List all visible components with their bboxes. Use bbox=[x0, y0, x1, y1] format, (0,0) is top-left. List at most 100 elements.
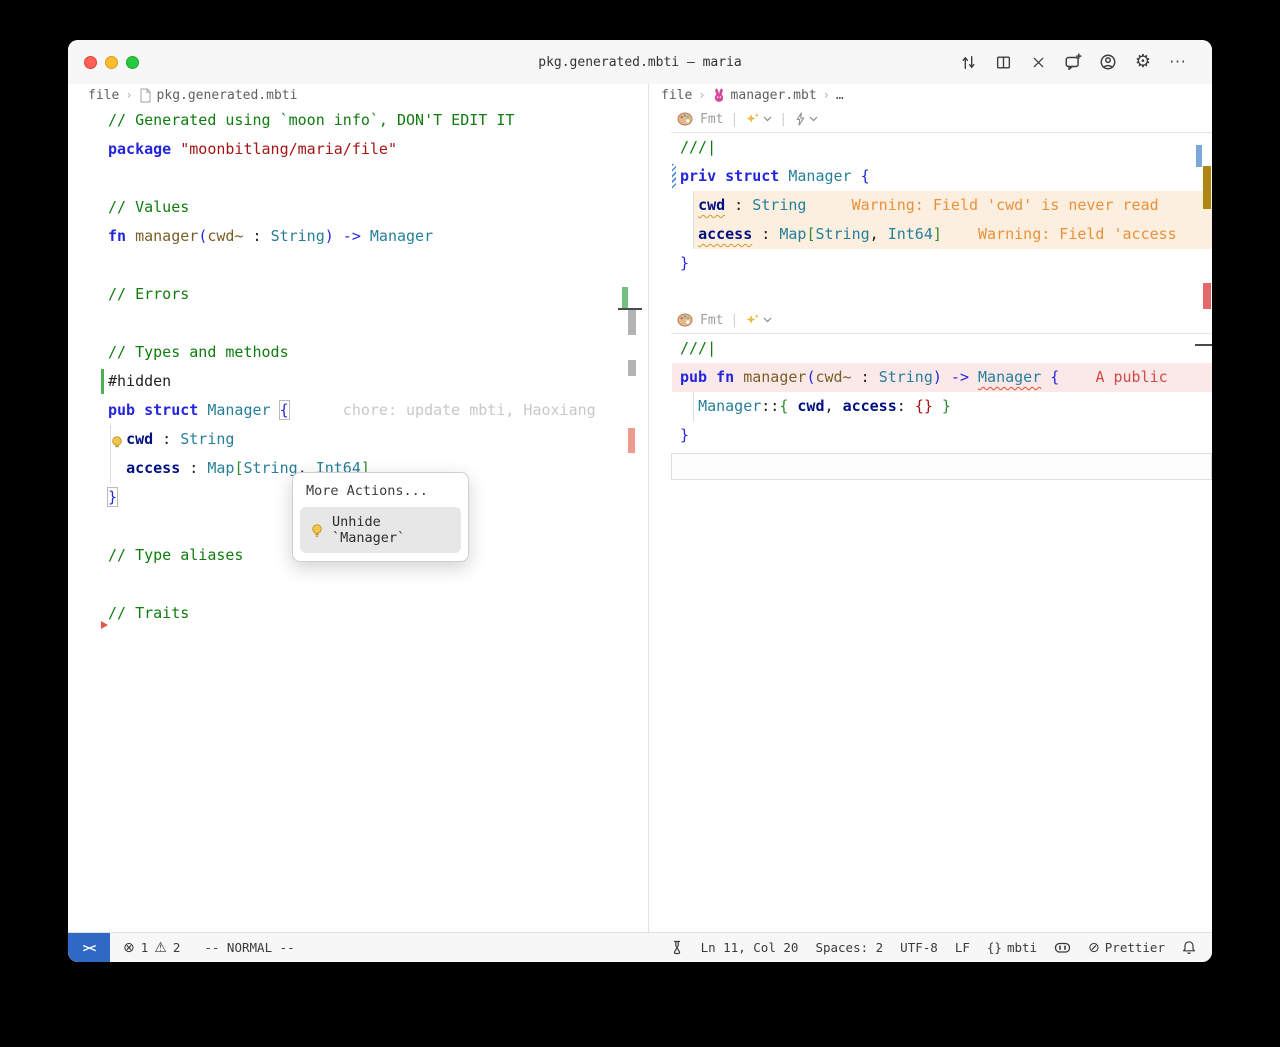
copilot[interactable] bbox=[1054, 940, 1071, 955]
code-token: String bbox=[879, 368, 933, 386]
status-bar: >< ⊗ 1 ⚠ 2 -- NORMAL -- Ln 11, Col 20 Spa… bbox=[68, 932, 1212, 962]
code-line[interactable]: package "moonbitlang/maria/file" bbox=[68, 135, 648, 164]
code-line[interactable]: access : Map[String, Int64] Warning: Fie… bbox=[672, 220, 1212, 249]
prettier[interactable]: ⊘Prettier bbox=[1088, 940, 1165, 955]
eol[interactable]: LF bbox=[955, 940, 970, 955]
zoom-window-button[interactable] bbox=[126, 56, 139, 69]
code-line[interactable] bbox=[68, 309, 648, 338]
warning-count: 2 bbox=[173, 940, 181, 955]
code-token: } bbox=[680, 426, 689, 444]
code-token: A public bbox=[1095, 368, 1167, 386]
code-token: package bbox=[108, 140, 171, 158]
language-mode[interactable]: {}mbti bbox=[987, 940, 1037, 955]
code-token: pub struct bbox=[108, 401, 198, 419]
right-editor-code[interactable]: Fmt||///|priv struct Manager { cwd : Str… bbox=[649, 106, 1212, 480]
settings-gear-icon[interactable]: ⚙ bbox=[1133, 52, 1153, 72]
extension-icon[interactable] bbox=[670, 940, 684, 955]
minimize-window-button[interactable] bbox=[105, 56, 118, 69]
bolt-icon bbox=[794, 112, 806, 126]
encoding[interactable]: UTF-8 bbox=[900, 940, 938, 955]
code-token: #hidden bbox=[108, 372, 171, 390]
remote-indicator[interactable]: >< bbox=[68, 933, 110, 962]
code-line[interactable]: pub struct Manager { chore: update mbti,… bbox=[68, 396, 648, 425]
vscode-window: pkg.generated.mbti — maria ⚙··· file›pkg… bbox=[68, 40, 1212, 962]
overview-added-marker bbox=[622, 287, 628, 309]
code-token: Manager bbox=[207, 401, 270, 419]
codelens-fmt-button[interactable]: Fmt bbox=[700, 112, 723, 127]
code-line[interactable]: ///| bbox=[672, 133, 1212, 162]
prettier-disabled-icon: ⊘ bbox=[1088, 940, 1100, 955]
code-token: priv struct bbox=[680, 167, 779, 185]
file-icon bbox=[139, 88, 152, 103]
breadcrumb-item[interactable]: file bbox=[88, 88, 119, 103]
breadcrumb-item[interactable]: pkg.generated.mbti bbox=[139, 88, 298, 103]
code-line[interactable] bbox=[672, 278, 1212, 307]
breadcrumb-item[interactable]: file bbox=[661, 88, 692, 103]
code-line[interactable]: // Values bbox=[68, 193, 648, 222]
chat-sparkle-icon[interactable] bbox=[1063, 52, 1083, 72]
close-window-button[interactable] bbox=[84, 56, 97, 69]
code-line[interactable] bbox=[68, 164, 648, 193]
code-line[interactable]: cwd : String Warning: Field 'cwd' is nev… bbox=[672, 191, 1212, 220]
code-line[interactable]: // Traits bbox=[68, 599, 648, 628]
chevron-down-icon bbox=[809, 116, 818, 122]
breadcrumb[interactable]: file›manager.mbt›… bbox=[649, 84, 1212, 106]
code-token: String bbox=[271, 227, 325, 245]
braces-icon: {} bbox=[987, 940, 1002, 955]
code-line[interactable]: priv struct Manager { bbox=[672, 162, 1212, 191]
right-editor-pane[interactable]: file›manager.mbt›… Fmt||///|priv struct … bbox=[649, 84, 1212, 932]
code-line[interactable]: Manager::{ cwd, access: {} } bbox=[672, 392, 1212, 421]
breadcrumb-label: pkg.generated.mbti bbox=[157, 88, 298, 103]
breadcrumb[interactable]: file›pkg.generated.mbti bbox=[68, 84, 648, 106]
unhide-manager-action[interactable]: Unhide `Manager` bbox=[300, 507, 461, 553]
code-line[interactable]: fn manager(cwd~ : String) -> Manager bbox=[68, 222, 648, 251]
breadcrumb-label: … bbox=[836, 88, 844, 103]
vim-mode-indicator[interactable]: -- NORMAL -- bbox=[204, 940, 294, 955]
indentation[interactable]: Spaces: 2 bbox=[815, 940, 883, 955]
codelens-sparkle-button[interactable] bbox=[745, 313, 772, 327]
code-line[interactable]: } bbox=[672, 249, 1212, 278]
split-editor-icon[interactable] bbox=[993, 52, 1013, 72]
account-icon[interactable] bbox=[1098, 52, 1118, 72]
problems-indicator[interactable]: ⊗ 1 ⚠ 2 bbox=[123, 940, 180, 955]
breadcrumb-item[interactable]: … bbox=[836, 88, 844, 103]
warning-count-icon: ⚠ bbox=[154, 941, 167, 955]
code-token: access bbox=[126, 459, 180, 477]
breadcrumb-item[interactable]: manager.mbt bbox=[712, 88, 817, 103]
palette-icon bbox=[677, 112, 693, 126]
close-icon[interactable] bbox=[1028, 52, 1048, 72]
code-line[interactable]: ///| bbox=[672, 334, 1212, 363]
code-token: Map bbox=[207, 459, 234, 477]
left-editor-pane[interactable]: file›pkg.generated.mbti // Generated usi… bbox=[68, 84, 648, 932]
code-line[interactable]: pub fn manager(cwd~ : String) -> Manager… bbox=[672, 363, 1212, 392]
code-token: } bbox=[108, 488, 117, 506]
cursor-position[interactable]: Ln 11, Col 20 bbox=[701, 940, 799, 955]
git-compare-icon[interactable] bbox=[958, 52, 978, 72]
code-token: : bbox=[752, 225, 779, 243]
code-token: Manager bbox=[370, 227, 433, 245]
more-icon[interactable]: ··· bbox=[1168, 52, 1188, 72]
code-line[interactable]: #hidden bbox=[68, 367, 648, 396]
code-line[interactable]: cwd : String bbox=[68, 425, 648, 454]
code-line[interactable]: // Errors bbox=[68, 280, 648, 309]
code-token: : bbox=[243, 227, 270, 245]
code-line[interactable]: // Types and methods bbox=[68, 338, 648, 367]
code-token: , bbox=[870, 225, 888, 243]
code-line[interactable]: } bbox=[672, 421, 1212, 450]
code-token: cwd~ bbox=[815, 368, 851, 386]
lightbulb-icon bbox=[310, 523, 324, 538]
code-token bbox=[806, 196, 851, 214]
code-token: -> bbox=[942, 368, 978, 386]
code-line[interactable] bbox=[68, 251, 648, 280]
scrollbar-thumb[interactable] bbox=[628, 310, 636, 335]
code-line[interactable]: // Generated using `moon info`, DON'T ED… bbox=[68, 106, 648, 135]
code-token bbox=[198, 401, 207, 419]
code-line[interactable] bbox=[68, 570, 648, 599]
notifications[interactable] bbox=[1182, 940, 1196, 955]
cursor-position-label: Ln 11, Col 20 bbox=[701, 940, 799, 955]
bell-icon bbox=[1182, 940, 1196, 955]
codelens-bolt-button[interactable] bbox=[794, 112, 818, 126]
codelens-fmt-button[interactable]: Fmt bbox=[700, 313, 723, 328]
code-token: access bbox=[698, 225, 752, 243]
codelens-sparkle-button[interactable] bbox=[745, 112, 772, 126]
